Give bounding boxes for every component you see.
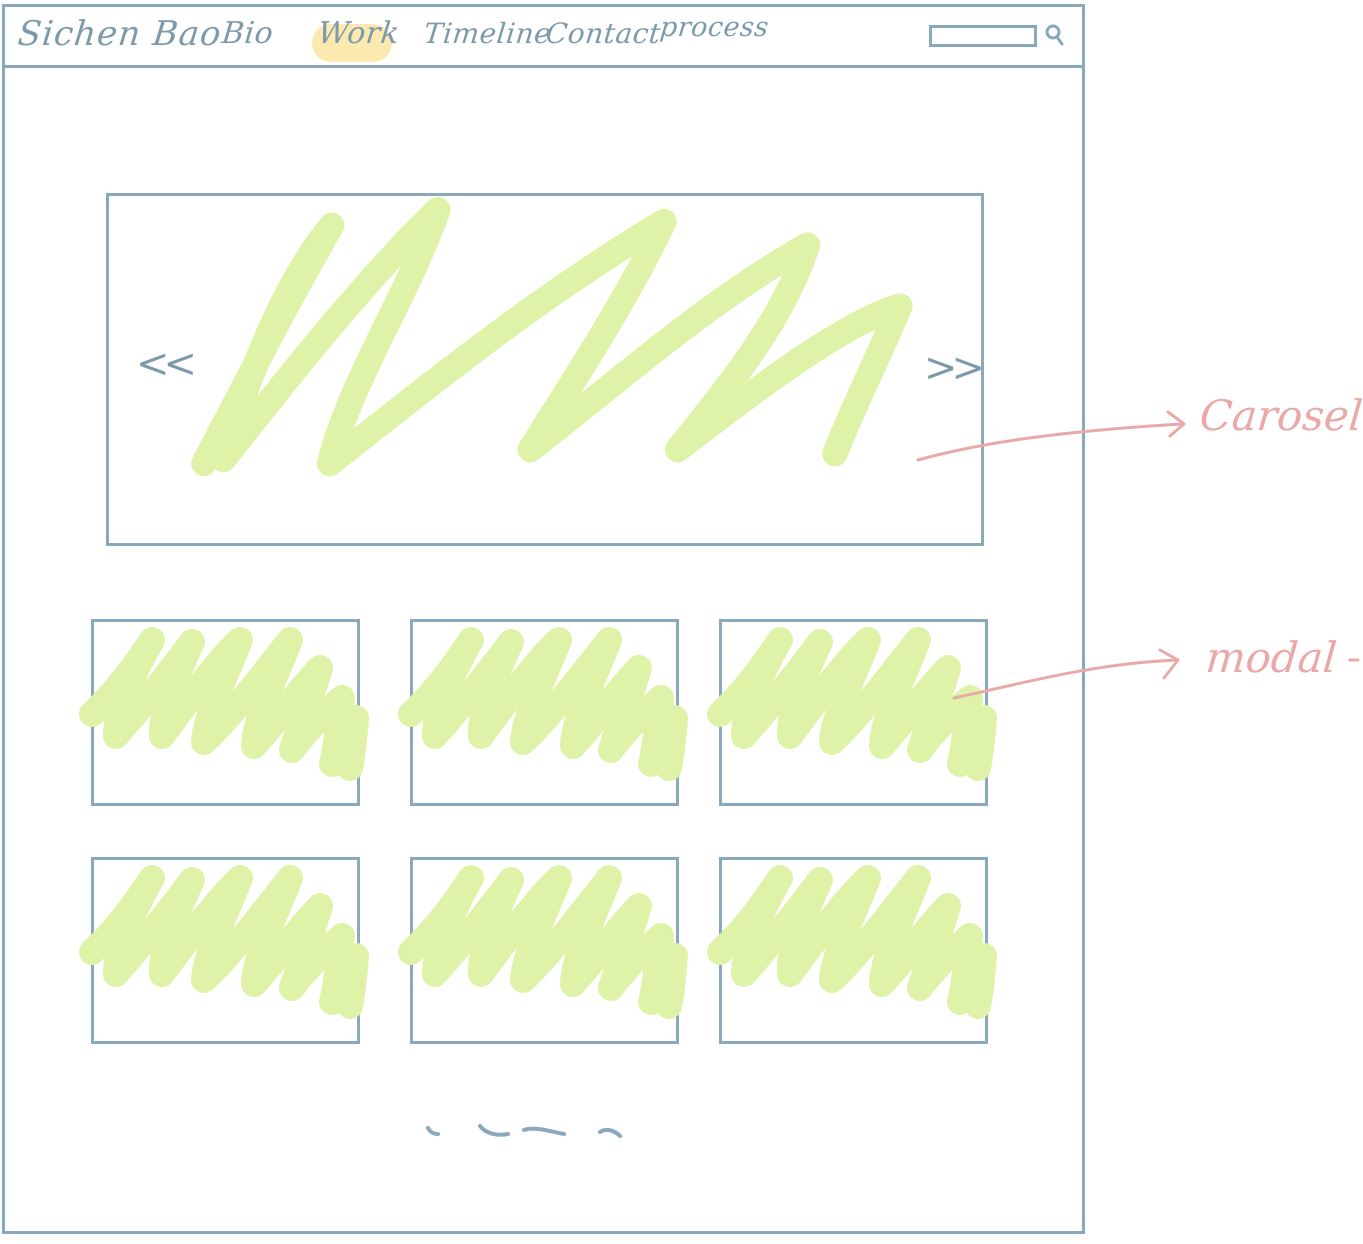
work-thumbnail-modal[interactable] [398, 619, 688, 806]
work-thumbnail-modal[interactable] [707, 619, 997, 806]
wireframe-page: Sichen Bao Bio Work Timeline Contact pro… [0, 0, 1363, 1244]
thumbnail-image-placeholder [707, 627, 997, 781]
carousel-next-button[interactable]: >> [924, 348, 985, 388]
work-thumbnail-modal[interactable] [398, 857, 688, 1044]
carousel-prev-button[interactable]: << [136, 344, 197, 384]
carousel-image-placeholder [191, 196, 913, 477]
work-thumbnail-modal[interactable] [707, 857, 997, 1044]
work-thumbnail-modal[interactable] [79, 619, 369, 806]
search-icon[interactable] [1043, 22, 1065, 50]
nav-item-bio[interactable]: Bio [220, 16, 275, 52]
more-items-indicator[interactable] [420, 1118, 640, 1148]
work-thumbnail-modal[interactable] [79, 857, 369, 1044]
nav-item-contact[interactable]: Contact [544, 16, 662, 52]
site-brand[interactable]: Sichen Bao [16, 14, 224, 54]
search-input[interactable] [929, 25, 1037, 47]
nav-item-work[interactable]: Work [316, 16, 401, 52]
annotation-modal-label: modal [1203, 633, 1339, 682]
thumbnail-image-placeholder [398, 627, 688, 781]
thumbnail-image-placeholder [398, 865, 688, 1019]
carousel[interactable] [106, 193, 984, 546]
thumbnail-image-placeholder [79, 865, 369, 1019]
thumbnail-image-placeholder [79, 627, 369, 781]
thumbnail-image-placeholder [707, 865, 997, 1019]
annotation-carousel-label: Carosel [1197, 391, 1363, 440]
nav-item-timeline[interactable]: Timeline [422, 16, 553, 52]
nav-item-process[interactable]: process [658, 10, 771, 46]
